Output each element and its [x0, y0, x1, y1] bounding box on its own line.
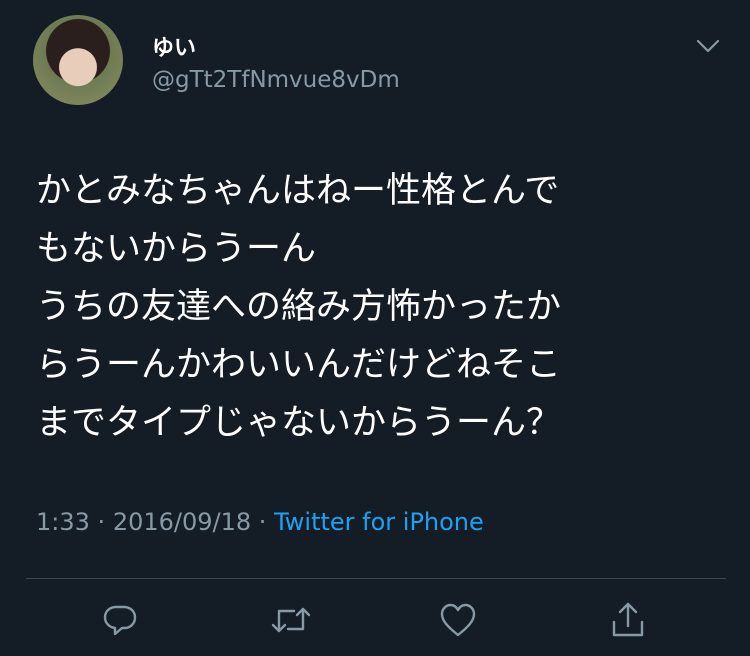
meta-separator: ·: [97, 508, 106, 536]
reply-icon: [101, 601, 139, 639]
tweet-date: 2016/09/18: [112, 508, 252, 536]
tweet-text-line: らうーんかわいいんだけどねそこ: [36, 345, 562, 385]
share-icon: [609, 600, 647, 640]
divider: [26, 578, 726, 579]
retweet-button[interactable]: [268, 600, 314, 640]
heart-icon: [439, 602, 477, 638]
tweet-header: ゆい @gTt2TfNmvue8vDm: [0, 0, 750, 130]
chevron-down-icon[interactable]: [695, 36, 721, 56]
tweet-text: かとみなちゃんはねー性格とんで もないからうーん うちの友達への絡み方怖かったか…: [36, 162, 726, 452]
retweet-icon: [268, 601, 314, 639]
tweet-text-line: うちの友達への絡み方怖かったか: [36, 287, 562, 327]
tweet-text-line: かとみなちゃんはねー性格とんで: [36, 171, 560, 211]
tweet-text-line: までタイプじゃないからうーん？: [36, 403, 562, 443]
avatar[interactable]: [33, 15, 123, 105]
like-button[interactable]: [438, 600, 478, 640]
action-bar: [0, 592, 750, 652]
reply-button[interactable]: [100, 600, 140, 640]
tweet-time: 1:33: [36, 508, 90, 536]
tweet-source-link[interactable]: Twitter for iPhone: [274, 508, 484, 536]
share-button[interactable]: [608, 600, 648, 640]
tweet-meta: 1:33 · 2016/09/18 · Twitter for iPhone: [36, 508, 484, 536]
user-handle[interactable]: @gTt2TfNmvue8vDm: [152, 67, 400, 93]
tweet-text-line: もないからうーん: [36, 229, 317, 269]
meta-separator: ·: [258, 508, 267, 536]
display-name[interactable]: ゆい: [152, 30, 196, 62]
